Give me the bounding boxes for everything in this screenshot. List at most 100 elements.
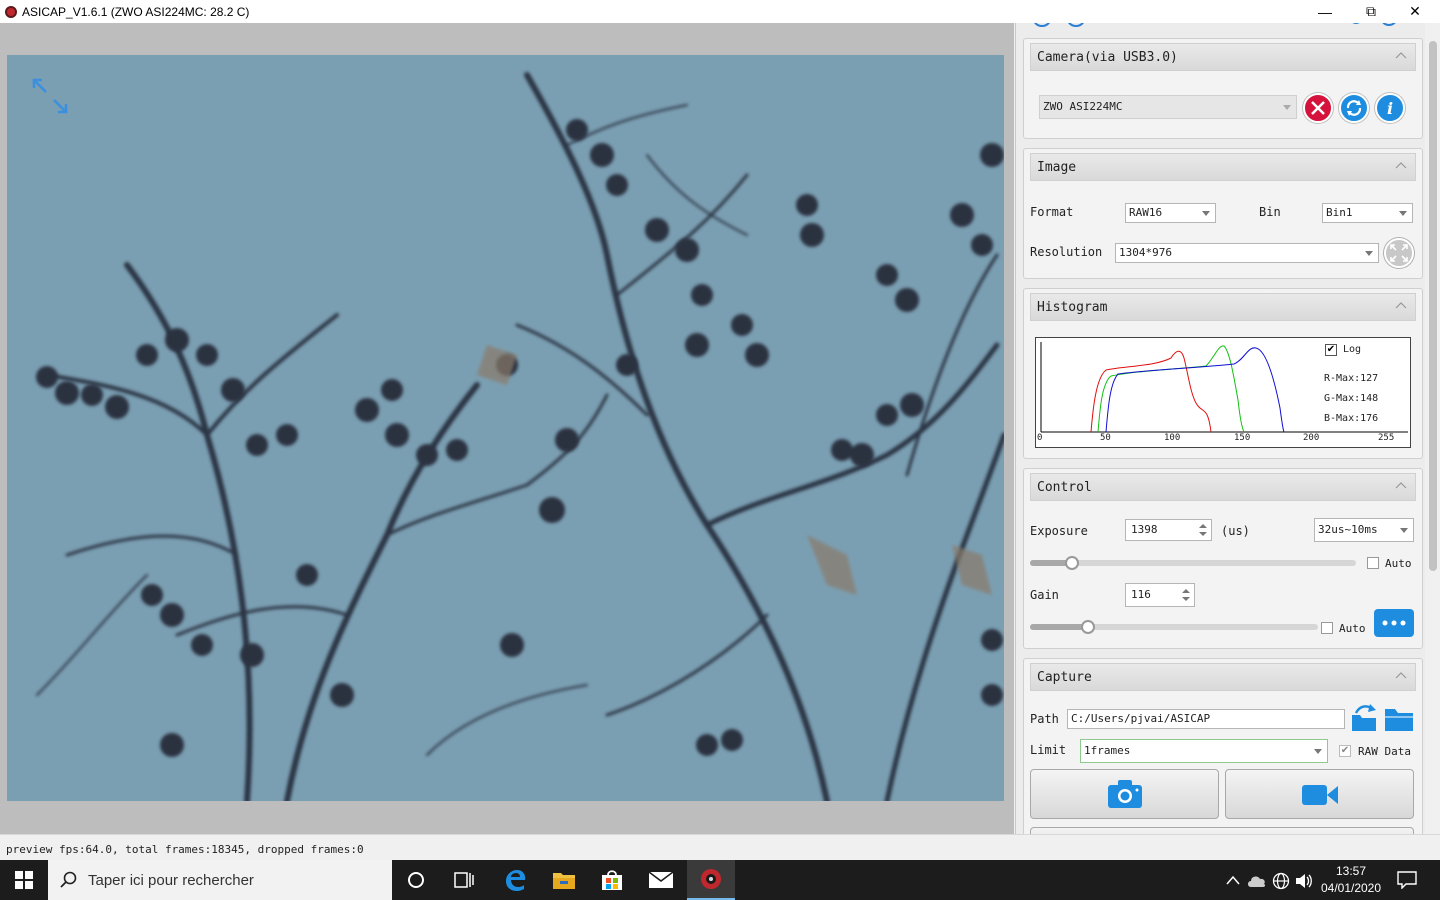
histogram-section-title: Histogram — [1037, 300, 1108, 315]
task-view-button[interactable] — [440, 860, 488, 900]
limit-select[interactable]: 1frames — [1080, 739, 1328, 763]
capture-section-title: Capture — [1037, 670, 1092, 685]
collapse-chevron-icon[interactable] — [1395, 300, 1407, 312]
capture-section: Capture Path C:/Users/pjvai/ASICAP Limit… — [1023, 658, 1423, 834]
minimize-button[interactable]: — — [1302, 0, 1348, 23]
x-tick-0: 0 — [1037, 433, 1043, 443]
cortana-button[interactable] — [392, 860, 440, 900]
refresh-icon — [1346, 100, 1362, 116]
folder-icon — [1385, 709, 1413, 731]
additional-capture-button[interactable] — [1030, 827, 1414, 834]
camera-section-title: Camera(via USB3.0) — [1037, 50, 1178, 65]
histogram-section: Histogram ✔ Log R-Max:127 G-Max:148 B-Ma… — [1023, 288, 1423, 459]
image-section: Image Format RAW16 Bin Bin1 Resolution 1… — [1023, 148, 1423, 279]
more-controls-button[interactable] — [1374, 609, 1414, 637]
close-icon — [1311, 101, 1325, 115]
camera-select[interactable]: ZWO ASI224MC — [1039, 95, 1297, 119]
fullscreen-expand-icon[interactable] — [30, 76, 70, 116]
gain-slider-handle[interactable] — [1080, 620, 1095, 634]
taskbar-search-box[interactable]: Taper ici pour rechercher — [48, 860, 392, 900]
exposure-range-value: 32us~10ms — [1318, 523, 1378, 536]
image-section-header[interactable]: Image — [1030, 153, 1416, 181]
network-globe-icon[interactable] — [1272, 872, 1290, 890]
file-explorer-icon — [553, 873, 575, 889]
refresh-camera-button[interactable] — [1339, 93, 1369, 123]
gain-slider-fill — [1030, 624, 1088, 630]
search-icon — [60, 871, 77, 888]
x-tick-200: 200 — [1303, 433, 1320, 443]
folder-open-arrow-icon — [1352, 704, 1376, 731]
expand-icon — [1390, 244, 1408, 262]
scrollbar-thumb[interactable] — [1429, 41, 1437, 571]
control-section-header[interactable]: Control — [1030, 473, 1416, 501]
clock-time[interactable]: 13:57 — [1322, 864, 1380, 878]
b-max-readout: B-Max:176 — [1324, 413, 1379, 424]
onedrive-cloud-icon[interactable] — [1247, 873, 1267, 889]
toolbar-icons-strip[interactable] — [1026, 23, 1416, 29]
store-button[interactable] — [588, 860, 636, 900]
collapse-chevron-icon[interactable] — [1395, 160, 1407, 172]
settings-scrollbar[interactable] — [1426, 23, 1440, 834]
collapse-chevron-icon[interactable] — [1395, 480, 1407, 492]
capture-section-header[interactable]: Capture — [1030, 663, 1416, 691]
open-folder-button[interactable] — [1350, 703, 1378, 733]
control-section-title: Control — [1037, 480, 1092, 495]
file-explorer-button[interactable] — [540, 860, 588, 900]
exposure-auto-label: Auto — [1385, 557, 1412, 570]
task-view-icon — [454, 872, 474, 888]
exposure-range-select[interactable]: 32us~10ms — [1314, 518, 1414, 542]
disconnect-camera-button[interactable] — [1303, 93, 1333, 123]
action-center-notification-icon[interactable] — [1397, 871, 1417, 889]
raw-data-checkbox[interactable]: ✔ — [1339, 745, 1351, 757]
bin-select[interactable]: Bin1 — [1322, 203, 1413, 223]
start-button[interactable] — [0, 860, 48, 900]
record-video-button[interactable] — [1225, 769, 1414, 819]
collapse-chevron-icon[interactable] — [1395, 50, 1407, 62]
collapse-chevron-icon[interactable] — [1395, 670, 1407, 682]
camera-info-button[interactable]: i — [1375, 93, 1405, 123]
windows-taskbar: Taper ici pour rechercher 13:57 04/01/20… — [0, 860, 1440, 900]
mail-envelope-icon — [648, 871, 674, 888]
restore-button[interactable]: ⧉ — [1348, 0, 1394, 23]
exposure-slider-handle[interactable] — [1065, 556, 1080, 570]
gain-auto-checkbox[interactable] — [1321, 622, 1333, 634]
close-window-button[interactable]: ✕ — [1392, 0, 1438, 23]
format-select[interactable]: RAW16 — [1125, 203, 1216, 223]
camera-select-value: ZWO ASI224MC — [1043, 100, 1123, 113]
histogram-log-checkbox[interactable]: ✔ — [1325, 344, 1337, 356]
app-icon — [5, 5, 17, 18]
exposure-label: Exposure — [1030, 524, 1088, 538]
exposure-value: 1398 — [1131, 523, 1158, 536]
camera-preview-image[interactable] — [7, 55, 1004, 801]
info-icon: i — [1386, 98, 1394, 118]
histogram-section-header[interactable]: Histogram — [1030, 293, 1416, 321]
volume-speaker-icon[interactable] — [1295, 872, 1313, 890]
resolution-select[interactable]: 1304*976 — [1115, 243, 1379, 263]
camera-section-header[interactable]: Camera(via USB3.0) — [1030, 43, 1416, 71]
limit-value: 1frames — [1084, 744, 1131, 757]
asicap-taskbar-button[interactable] — [687, 860, 735, 900]
max-resolution-button[interactable] — [1384, 238, 1414, 268]
gain-slider-track[interactable] — [1030, 624, 1318, 630]
cortana-circle-icon — [408, 872, 424, 888]
mail-button[interactable] — [637, 860, 685, 900]
control-section: Control Exposure 1398 (us) 32us~10ms Aut… — [1023, 468, 1423, 649]
capture-image-button[interactable] — [1030, 769, 1219, 819]
preview-area — [0, 23, 1014, 834]
clock-date[interactable]: 04/01/2020 — [1318, 881, 1384, 895]
exposure-spinbox[interactable]: 1398 — [1125, 519, 1212, 541]
x-tick-150: 150 — [1234, 433, 1251, 443]
gain-spinbox[interactable]: 116 — [1125, 583, 1195, 607]
path-field[interactable]: C:/Users/pjvai/ASICAP — [1067, 709, 1345, 729]
edge-browser-button[interactable] — [491, 860, 539, 900]
gain-value: 116 — [1131, 588, 1151, 601]
format-select-value: RAW16 — [1129, 206, 1163, 219]
x-tick-100: 100 — [1164, 433, 1181, 443]
show-hidden-icons-chevron[interactable] — [1226, 875, 1240, 885]
x-tick-255: 255 — [1378, 433, 1395, 443]
status-bar: preview fps:64.0, total frames:18345, dr… — [0, 834, 1440, 860]
browse-folder-button[interactable] — [1384, 705, 1414, 733]
window-title-bar: ASICAP_V1.6.1 (ZWO ASI224MC: 28.2 C) — ⧉… — [0, 0, 1440, 23]
camera-icon — [1108, 780, 1142, 808]
exposure-auto-checkbox[interactable] — [1367, 557, 1379, 569]
